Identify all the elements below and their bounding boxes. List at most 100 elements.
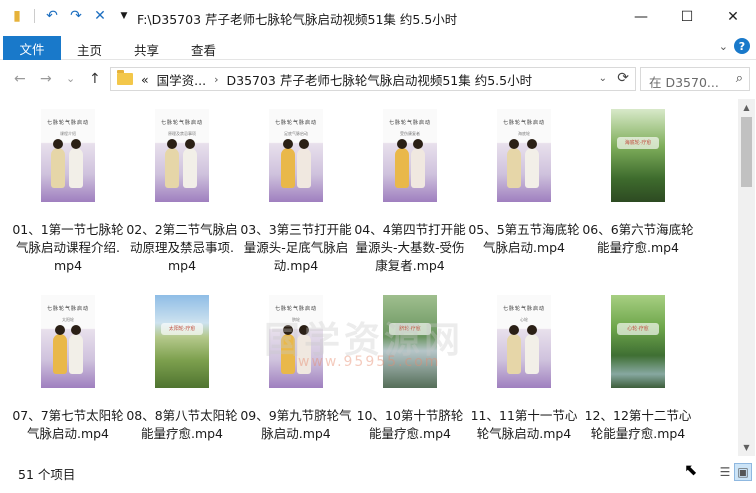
tab-file[interactable]: 文件 bbox=[3, 36, 61, 60]
person-figure bbox=[183, 139, 197, 188]
person-figure bbox=[51, 139, 65, 188]
file-name: 08、8第八节太阳轮能量疗愈.mp4 bbox=[126, 408, 238, 441]
thumbnail-caption: 七脉轮气脉启动 bbox=[388, 120, 431, 126]
address-bar[interactable]: « 国学资... › D35703 芹子老师七脉轮气脉启动视频51集 约5.5小… bbox=[110, 67, 636, 91]
thumbnail-caption: 心轮·疗愈 bbox=[617, 323, 659, 335]
video-thumbnail: 七脉轮气脉启动 受伤康复者 bbox=[383, 109, 437, 202]
file-name: 09、9第九节脐轮气脉启动.mp4 bbox=[240, 408, 352, 441]
scroll-up-icon[interactable]: ▲ bbox=[738, 99, 755, 116]
recent-locations-button[interactable]: ⌄ bbox=[66, 72, 75, 85]
file-name: 07、7第七节太阳轮气脉启动.mp4 bbox=[12, 408, 124, 441]
search-input[interactable]: 在 D3570... ⌕ bbox=[640, 67, 750, 91]
thumbnail-caption: 七脉轮气脉启动 bbox=[46, 120, 89, 126]
mouse-cursor-icon: ⬉ bbox=[684, 460, 698, 479]
video-thumbnail: 七脉轮气脉启动 心轮 bbox=[497, 295, 551, 388]
forward-button[interactable]: → bbox=[40, 71, 52, 87]
tab-share[interactable]: 共享 bbox=[134, 40, 159, 59]
delete-icon[interactable]: ✕ bbox=[91, 7, 109, 25]
thumbnail-subcaption: 太阳轮 bbox=[62, 317, 74, 322]
scroll-down-icon[interactable]: ▼ bbox=[738, 439, 755, 456]
person-figure bbox=[297, 325, 311, 374]
tab-home[interactable]: 主页 bbox=[77, 40, 102, 59]
status-bar: 51 个项目 ⬉ ☰ ▣ bbox=[0, 456, 756, 493]
video-thumbnail: 七脉轮气脉启动 脐轮 bbox=[269, 295, 323, 388]
file-name: 03、3第三节打开能量源头-足底气脉启动.mp4 bbox=[240, 222, 352, 273]
search-placeholder: 在 D3570... bbox=[649, 75, 719, 90]
breadcrumb-overflow[interactable]: « bbox=[141, 72, 149, 87]
video-thumbnail: 七脉轮气脉启动 课程介绍 bbox=[41, 109, 95, 202]
person-figure bbox=[165, 139, 179, 188]
back-button[interactable]: ← bbox=[14, 71, 26, 87]
thumbnail-subcaption: 脐轮 bbox=[292, 317, 300, 322]
ribbon-tabs: 文件 主页 共享 查看 ⌄ ? bbox=[0, 34, 756, 60]
video-thumbnail: 脐轮·疗愈 bbox=[383, 295, 437, 388]
file-name: 02、2第二节气脉启动原理及禁忌事项.mp4 bbox=[126, 222, 238, 273]
folder-icon bbox=[117, 70, 133, 85]
person-figure bbox=[281, 325, 295, 374]
thumbnail-caption: 七脉轮气脉启动 bbox=[502, 306, 545, 312]
file-name: 12、12第十二节心轮能量疗愈.mp4 bbox=[584, 408, 692, 441]
navigation-bar: ← → ⌄ ↑ « 国学资... › D35703 芹子老师七脉轮气脉启动视频5… bbox=[0, 61, 756, 99]
thumbnail-subcaption: 海底轮 bbox=[518, 131, 530, 136]
person-figure bbox=[411, 139, 425, 188]
minimize-button[interactable]: — bbox=[618, 0, 664, 34]
undo-icon[interactable]: ↶ bbox=[43, 7, 61, 25]
file-name: 04、4第四节打开能量源头-大基数-受伤康复者.mp4 bbox=[354, 222, 466, 273]
close-button[interactable]: ✕ bbox=[710, 0, 756, 34]
redo-icon[interactable]: ↷ bbox=[67, 7, 85, 25]
breadcrumb-item[interactable]: 国学资... bbox=[157, 70, 206, 89]
customize-icon[interactable]: ▼ bbox=[115, 7, 133, 25]
quick-access-toolbar: ▮ ↶ ↷ ✕ ▼ bbox=[8, 7, 133, 25]
video-thumbnail: 七脉轮气脉启动 原理及禁忌事项 bbox=[155, 109, 209, 202]
thumbnail-subcaption: 足底气脉启动 bbox=[284, 131, 308, 136]
thumbnail-subcaption: 受伤康复者 bbox=[400, 131, 420, 136]
search-icon: ⌕ bbox=[735, 71, 743, 86]
file-name: 05、5第五节海底轮气脉启动.mp4 bbox=[468, 222, 580, 255]
file-name: 01、1第一节七脉轮气脉启动课程介绍.mp4 bbox=[12, 222, 124, 273]
video-thumbnail: 七脉轮气脉启动 太阳轮 bbox=[41, 295, 95, 388]
file-name: 11、11第十一节心轮气脉启动.mp4 bbox=[470, 408, 578, 441]
file-name: 06、6第六节海底轮能量疗愈.mp4 bbox=[582, 222, 694, 255]
person-figure bbox=[507, 139, 521, 188]
large-icons-view-icon[interactable]: ▣ bbox=[734, 463, 752, 481]
person-figure bbox=[281, 139, 295, 188]
breadcrumb-item[interactable]: D35703 芹子老师七脉轮气脉启动视频51集 约5.5小时 bbox=[226, 70, 532, 89]
window-title: F:\D35703 芹子老师七脉轮气脉启动视频51集 约5.5小时 bbox=[137, 12, 458, 27]
person-figure bbox=[69, 325, 83, 374]
person-figure bbox=[69, 139, 83, 188]
thumbnail-caption: 七脉轮气脉启动 bbox=[46, 306, 89, 312]
title-bar: ▮ ↶ ↷ ✕ ▼ F:\D35703 芹子老师七脉轮气脉启动视频51集 约5.… bbox=[0, 0, 756, 34]
refresh-icon[interactable]: ⟳ bbox=[617, 70, 629, 86]
thumbnail-subcaption: 原理及禁忌事项 bbox=[168, 131, 196, 136]
scrollbar-thumb[interactable] bbox=[741, 117, 752, 187]
vertical-scrollbar[interactable]: ▲ ▼ bbox=[738, 99, 755, 456]
item-count: 51 个项目 bbox=[18, 467, 76, 482]
video-thumbnail: 太阳轮·疗愈 bbox=[155, 295, 209, 388]
file-name: 10、10第十节脐轮能量疗愈.mp4 bbox=[356, 408, 464, 441]
person-figure bbox=[507, 325, 521, 374]
thumbnail-subcaption: 心轮 bbox=[520, 317, 528, 322]
person-figure bbox=[395, 139, 409, 188]
thumbnail-caption: 太阳轮·疗愈 bbox=[161, 323, 203, 335]
thumbnail-caption: 脐轮·疗愈 bbox=[389, 323, 431, 335]
breadcrumb-separator-icon[interactable]: › bbox=[214, 73, 218, 86]
thumbnail-subcaption: 课程介绍 bbox=[60, 131, 76, 136]
file-grid: 七脉轮气脉启动 课程介绍 01、1第一节七脉轮气脉启动课程介绍.mp4 七脉轮气… bbox=[0, 99, 738, 456]
thumbnail-caption: 七脉轮气脉启动 bbox=[274, 306, 317, 312]
tab-view[interactable]: 查看 bbox=[191, 40, 216, 59]
expand-ribbon-icon[interactable]: ⌄ bbox=[719, 40, 728, 53]
help-icon[interactable]: ? bbox=[734, 38, 750, 54]
video-thumbnail: 七脉轮气脉启动 足底气脉启动 bbox=[269, 109, 323, 202]
maximize-button[interactable]: ☐ bbox=[664, 0, 710, 34]
person-figure bbox=[525, 325, 539, 374]
video-thumbnail: 七脉轮气脉启动 海底轮 bbox=[497, 109, 551, 202]
details-view-icon[interactable]: ☰ bbox=[716, 463, 734, 481]
folder-icon: ▮ bbox=[13, 8, 21, 24]
address-dropdown-icon[interactable]: ⌄ bbox=[599, 73, 607, 84]
video-thumbnail: 海底轮·疗愈 bbox=[611, 109, 665, 202]
video-thumbnail: 心轮·疗愈 bbox=[611, 295, 665, 388]
thumbnail-caption: 海底轮·疗愈 bbox=[617, 137, 659, 149]
up-button[interactable]: ↑ bbox=[89, 71, 101, 87]
person-figure bbox=[525, 139, 539, 188]
qat-divider bbox=[34, 9, 35, 23]
